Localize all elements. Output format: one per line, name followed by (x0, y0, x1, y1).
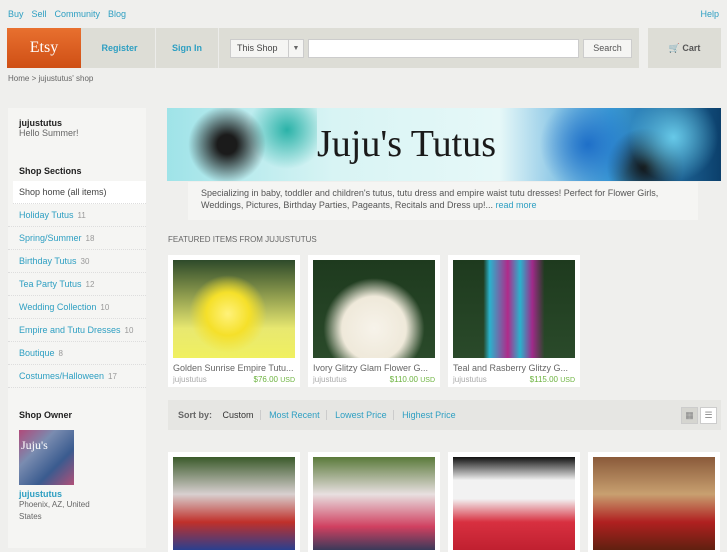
cart-button[interactable]: 🛒 Cart (648, 28, 721, 68)
owner-location: Phoenix, AZ, United States (19, 500, 90, 521)
section-label: Holiday Tutus (19, 210, 74, 220)
item-currency: USD (280, 377, 295, 384)
section-count: 10 (124, 326, 134, 335)
item-currency: USD (560, 377, 575, 384)
item-title[interactable]: Golden Sunrise Empire Tutu... (173, 363, 295, 373)
chevron-down-icon: ▼ (288, 40, 303, 57)
sort-lowest-price[interactable]: Lowest Price (335, 410, 394, 420)
sign-in-button[interactable]: Sign In (156, 28, 219, 68)
search-scope-select[interactable]: This Shop ▼ (230, 39, 304, 58)
section-count: 8 (58, 349, 63, 358)
etsy-logo[interactable]: Etsy (7, 28, 81, 68)
sort-most-recent[interactable]: Most Recent (269, 410, 327, 420)
listing-card[interactable] (168, 452, 300, 552)
shop-banner: Juju's Tutus (167, 108, 721, 181)
nav-buy[interactable]: Buy (8, 9, 24, 19)
section-label: Tea Party Tutus (19, 279, 82, 289)
item-image[interactable] (313, 260, 435, 358)
scope-label: This Shop (237, 43, 278, 53)
listing-card[interactable] (448, 452, 580, 552)
sort-highest-price[interactable]: Highest Price (402, 410, 462, 420)
featured-title: FEATURED ITEMS FROM JUJUSTUTUS (168, 235, 317, 244)
section-count: 12 (85, 280, 95, 289)
section-item[interactable]: Tea Party Tutus 12 (8, 273, 146, 296)
item-shop: jujustutus (453, 375, 487, 384)
section-item[interactable]: Spring/Summer 18 (8, 227, 146, 250)
item-currency: USD (420, 377, 435, 384)
section-label: Costumes/Halloween (19, 371, 105, 381)
item-price: $115.00 (529, 375, 558, 384)
section-label: Spring/Summer (19, 233, 82, 243)
item-price: $76.00 (253, 375, 278, 384)
section-label: Birthday Tutus (19, 256, 77, 266)
register-button[interactable]: Register (84, 28, 156, 68)
sort-bar: Sort by: Custom Most Recent Lowest Price… (168, 400, 721, 430)
cart-label: Cart (682, 43, 701, 53)
section-label: Empire and Tutu Dresses (19, 325, 121, 335)
list-view-icon[interactable]: ☰ (700, 407, 717, 424)
help-link[interactable]: Help (700, 9, 719, 19)
search-button[interactable]: Search (583, 39, 632, 58)
shop-name: jujustutus (19, 118, 62, 128)
grid-view-icon[interactable]: ▦ (681, 407, 698, 424)
section-count: 30 (80, 257, 90, 266)
top-nav: Buy Sell Community Blog (8, 9, 134, 19)
sidebar: jujustutus Hello Summer! Shop Sections S… (8, 108, 146, 548)
section-label: Shop home (all items) (19, 187, 107, 197)
featured-item[interactable]: Teal and Rasberry Glitzy G... jujustutus $… (448, 255, 580, 387)
shop-tagline: Hello Summer! (19, 128, 79, 138)
banner-title: Juju's Tutus (317, 123, 497, 165)
section-count: 17 (108, 372, 117, 381)
section-item[interactable]: Holiday Tutus 11 (8, 204, 146, 227)
owner-title: Shop Owner (19, 410, 73, 420)
listing-card[interactable] (588, 452, 720, 552)
section-item[interactable]: Birthday Tutus 30 (8, 250, 146, 273)
sections-title: Shop Sections (19, 166, 82, 176)
read-more-link[interactable]: read more (496, 200, 537, 210)
sort-label: Sort by: (178, 410, 213, 420)
breadcrumb: Home > jujustutus' shop (8, 74, 94, 83)
section-item[interactable]: Empire and Tutu Dresses 10 (8, 319, 146, 342)
section-count: 18 (85, 234, 95, 243)
listing-card[interactable] (308, 452, 440, 552)
cart-icon: 🛒 (668, 43, 680, 53)
nav-blog[interactable]: Blog (108, 9, 126, 19)
section-label: Boutique (19, 348, 55, 358)
nav-community[interactable]: Community (55, 9, 101, 19)
shop-description: Specializing in baby, toddler and childr… (188, 182, 698, 220)
search-input[interactable] (308, 39, 579, 58)
section-item[interactable]: Wedding Collection 10 (8, 296, 146, 319)
item-shop: jujustutus (173, 375, 207, 384)
section-item[interactable]: Costumes/Halloween 17 (8, 365, 146, 388)
featured-item[interactable]: Ivory Glitzy Glam Flower G... jujustutus $… (308, 255, 440, 387)
section-item[interactable]: Shop home (all items) (13, 181, 146, 204)
featured-item[interactable]: Golden Sunrise Empire Tutu... jujustutus $… (168, 255, 300, 387)
item-image[interactable] (453, 260, 575, 358)
section-count: 10 (100, 303, 110, 312)
item-image[interactable] (173, 260, 295, 358)
section-label: Wedding Collection (19, 302, 97, 312)
section-item[interactable]: Boutique 8 (8, 342, 146, 365)
owner-name[interactable]: jujustutus (8, 489, 146, 499)
section-count: 11 (77, 211, 86, 220)
item-price: $110.00 (389, 375, 418, 384)
nav-sell[interactable]: Sell (32, 9, 47, 19)
item-title[interactable]: Teal and Rasberry Glitzy G... (453, 363, 575, 373)
description-text: Specializing in baby, toddler and childr… (201, 188, 659, 210)
item-title[interactable]: Ivory Glitzy Glam Flower G... (313, 363, 435, 373)
sort-custom[interactable]: Custom (222, 410, 261, 420)
owner-avatar[interactable]: Juju's (19, 430, 74, 485)
item-shop: jujustutus (313, 375, 347, 384)
